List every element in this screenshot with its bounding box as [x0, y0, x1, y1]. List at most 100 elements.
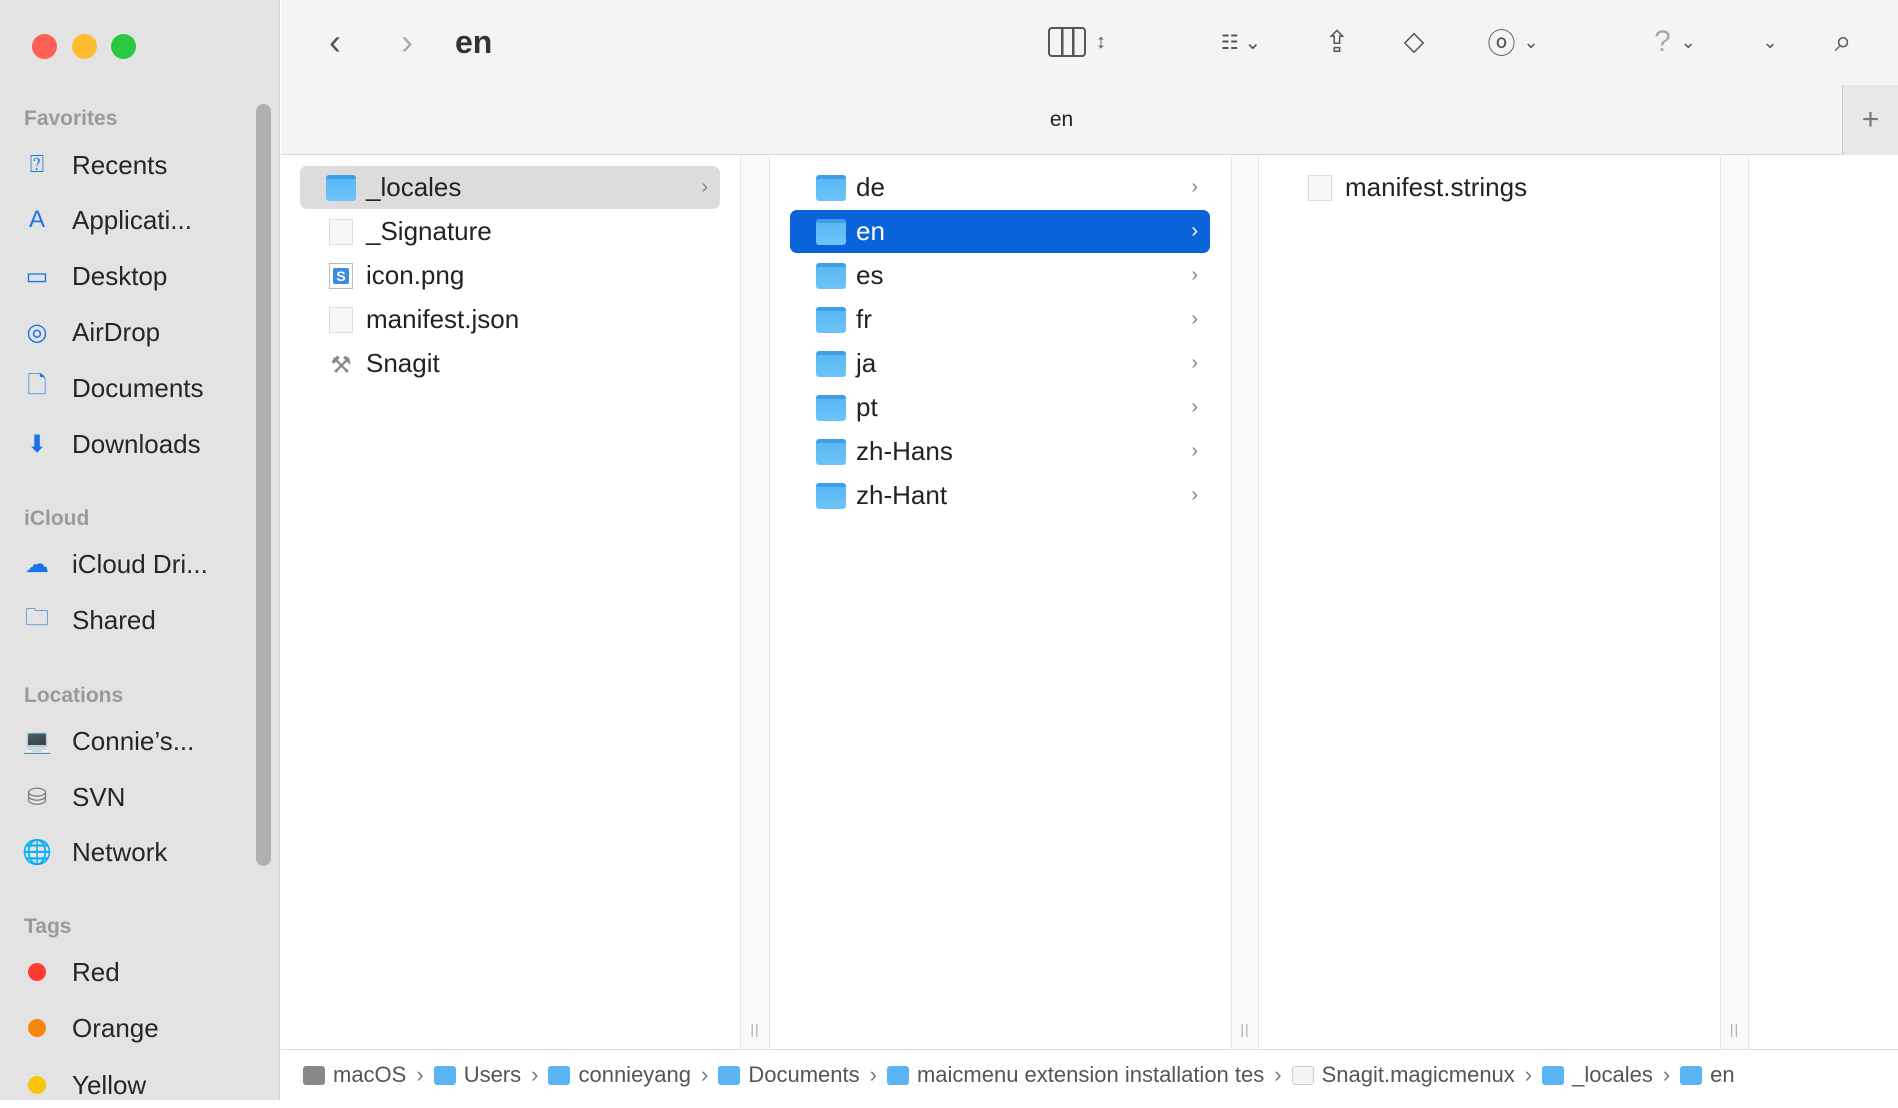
folder-icon [548, 1065, 571, 1085]
downloads-icon: ⬇ [26, 430, 48, 458]
path-crumb[interactable]: Users [433, 1062, 521, 1088]
sidebar-item-yellow[interactable]: Yellow [22, 1062, 257, 1108]
sidebar-item-airdrop[interactable]: ◎ AirDrop [22, 309, 257, 355]
applications-icon: A [28, 206, 45, 233]
folder-icon [816, 394, 846, 421]
image-file-icon: S [329, 262, 353, 289]
file-row-pt[interactable]: pt › [790, 386, 1210, 429]
chevron-down-icon[interactable]: ⌄ [1755, 22, 1785, 62]
desktop-icon: ▭ [25, 262, 49, 290]
file-row-snagit[interactable]: ⚒ Snagit [300, 342, 720, 385]
group-icon[interactable]: ☷ ⌄ [1203, 22, 1279, 62]
sidebar-item-desktop[interactable]: ▭ Desktop [22, 253, 257, 299]
forward-icon[interactable]: › [389, 21, 425, 62]
zoom-button[interactable] [111, 34, 136, 59]
path-crumb[interactable]: en [1680, 1062, 1735, 1088]
path-crumb[interactable]: connieyang [548, 1062, 691, 1088]
sidebar-item-label: Desktop [72, 260, 168, 291]
tab-en[interactable]: en [281, 85, 1842, 155]
file-row--signature[interactable]: _Signature [300, 210, 720, 253]
sidebar-item-label: Network [72, 836, 168, 867]
sidebar-item-svn[interactable]: ⛁ SVN [22, 774, 257, 820]
column-view-icon[interactable]: ↕ [1037, 22, 1117, 62]
sidebar-item-label: Documents [72, 372, 204, 403]
path-crumb[interactable]: macOS [303, 1062, 406, 1088]
file-row-zh-hant[interactable]: zh-Hant › [790, 474, 1210, 517]
file-row-de[interactable]: de › [790, 166, 1210, 209]
sidebar-item-red[interactable]: Red [22, 949, 257, 995]
file-name: icon.png [366, 260, 465, 290]
path-crumb-label: _locales [1572, 1062, 1653, 1087]
file-row-manifest-strings[interactable]: manifest.strings [1279, 166, 1699, 209]
chevron-right-icon: › [531, 1062, 539, 1087]
sidebar-item-documents[interactable]: 🗋 Documents [22, 365, 257, 411]
sidebar-section-header: Favorites [24, 107, 118, 130]
airdrop-icon: ◎ [26, 318, 48, 346]
sidebar-item-shared[interactable]: 🗀 Shared [22, 597, 257, 643]
sidebar-item-orange[interactable]: Orange [22, 1005, 257, 1051]
help-icon[interactable]: ? ⌄ [1645, 22, 1705, 62]
chevron-right-icon: › [1191, 484, 1198, 506]
file-row-fr[interactable]: fr › [790, 298, 1210, 341]
chevron-right-icon: › [701, 1062, 709, 1087]
back-icon[interactable]: ‹ [317, 21, 353, 62]
sidebar-item-recents[interactable]: ⍰ Recents [22, 142, 257, 188]
chevron-right-icon: › [1191, 220, 1198, 242]
sidebar-section-header: Locations [24, 684, 124, 707]
app-icon: ⚒ [330, 351, 352, 379]
column-1: _locales › _Signature Sicon.png manifest.jso… [281, 156, 740, 1049]
column-resize-handle[interactable]: || [1231, 156, 1259, 1049]
folder-icon [816, 306, 846, 333]
sidebar-item-label: Connie’s... [72, 725, 195, 756]
file-name: fr [856, 304, 872, 334]
path-bar: macOS › Users › connieyang › Documents › maicmen… [281, 1049, 1898, 1100]
path-crumb[interactable]: maicmenu extension installation tes [886, 1062, 1264, 1088]
folder-icon [816, 218, 846, 245]
column-resize-handle[interactable]: || [1720, 156, 1749, 1049]
share-icon[interactable]: ⇪ [1317, 22, 1357, 62]
chevron-right-icon: › [416, 1062, 424, 1087]
sidebar-item-applicati-[interactable]: A Applicati... [22, 197, 257, 243]
sidebar-item-label: iCloud Dri... [72, 548, 208, 579]
file-name: pt [856, 392, 878, 422]
more-icon[interactable]: ⓞ ⌄ [1478, 22, 1548, 62]
sidebar-item-connie-s-[interactable]: 💻 Connie’s... [22, 718, 257, 764]
file-row--locales[interactable]: _locales › [300, 166, 720, 209]
close-button[interactable] [32, 34, 57, 59]
sidebar-item-label: SVN [72, 781, 126, 812]
path-crumb[interactable]: Documents [718, 1062, 860, 1088]
chevron-right-icon: › [1524, 1062, 1533, 1087]
globe-icon: 🌐 [22, 838, 52, 866]
chevron-right-icon: › [1191, 440, 1198, 462]
minimize-button[interactable] [72, 34, 97, 59]
search-icon[interactable]: ⌕ [1823, 22, 1863, 62]
column-resize-handle[interactable]: || [740, 156, 770, 1049]
sidebar-item-network[interactable]: 🌐 Network [22, 829, 257, 875]
sidebar-item-label: Red [72, 956, 120, 987]
folder-icon [816, 350, 846, 377]
sidebar-item-downloads[interactable]: ⬇ Downloads [22, 421, 257, 467]
file-name: de [856, 172, 885, 202]
sidebar-scrollbar[interactable] [256, 104, 271, 866]
tag-icon[interactable]: ⬦ [1394, 22, 1434, 62]
path-crumb[interactable]: Snagit.magicmenux [1291, 1062, 1515, 1088]
sidebar-item-icloud-dri-[interactable]: ☁ iCloud Dri... [22, 541, 257, 587]
column-3: manifest.strings [1259, 156, 1720, 1049]
file-name: _locales [366, 172, 462, 202]
new-tab-button[interactable]: + [1842, 85, 1898, 155]
file-row-ja[interactable]: ja › [790, 342, 1210, 385]
sidebar-item-label: Recents [72, 149, 168, 180]
sidebar-item-label: Downloads [72, 428, 201, 459]
sidebar: Favorites ⍰ Recents A Applicati... ▭ Desktop ◎ A… [0, 0, 280, 1100]
file-row-es[interactable]: es › [790, 254, 1210, 297]
path-crumb-label: en [1710, 1062, 1735, 1087]
folder-icon [326, 174, 356, 201]
path-crumb[interactable]: _locales [1542, 1062, 1653, 1088]
folder-icon [816, 438, 846, 465]
file-name: _Signature [366, 216, 492, 246]
file-row-icon-png[interactable]: Sicon.png [300, 254, 720, 297]
file-row-en[interactable]: en › [790, 210, 1210, 253]
document-icon: 🗋 [27, 371, 47, 399]
file-row-zh-hans[interactable]: zh-Hans › [790, 430, 1210, 473]
file-row-manifest-json[interactable]: manifest.json [300, 298, 720, 341]
